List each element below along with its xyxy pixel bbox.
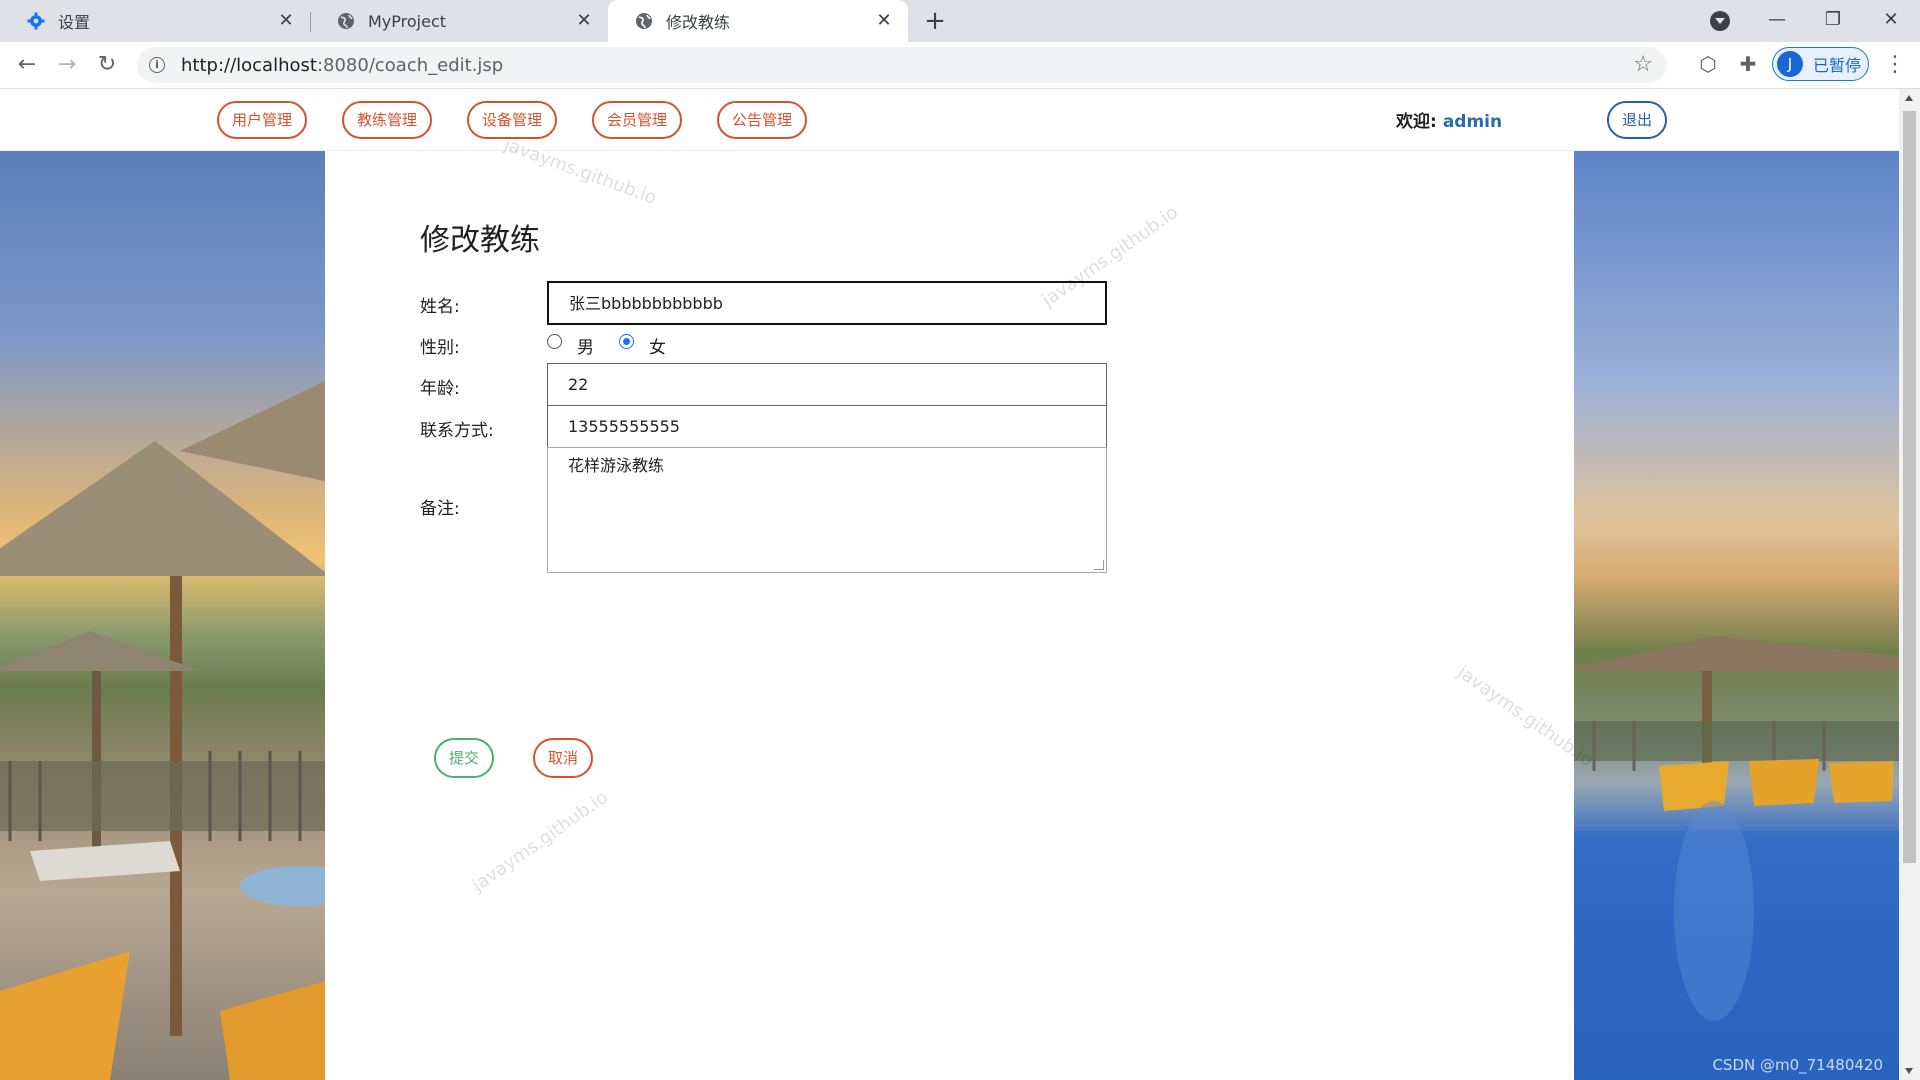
url-host: http://localhost [181,54,317,76]
main-content: 修改教练 姓名: 张三bbbbbbbbbbbb 性别: 男 女 年龄: 22 联… [325,134,1597,1080]
age-label: 年龄: [420,379,460,399]
page-viewport: 用户管理 教练管理 设备管理 会员管理 公告管理 欢迎: admin 退出 CS… [0,89,1899,1080]
username: admin [1442,112,1503,132]
more-menu-icon[interactable]: ⋮ [1880,50,1910,80]
gender-option-female: 女 [649,338,666,358]
resize-grip-icon[interactable] [1094,560,1104,570]
browser-toolbar: ← → ↻ i http://localhost:8080/coach_edit… [0,42,1920,89]
submit-button[interactable]: 提交 [434,738,494,778]
welcome-text: 欢迎: admin [1396,107,1502,132]
watermark: javayms.github.io [1038,201,1182,312]
background-photo-left [0,151,325,1080]
logout-button[interactable]: 退出 [1607,101,1667,139]
close-icon[interactable]: ✕ [874,11,894,31]
tab-title: 修改教练 [666,13,731,32]
puzzle-icon[interactable]: ✚ [1735,51,1761,77]
cancel-button[interactable]: 取消 [533,738,593,778]
contact-input[interactable]: 13555555555 [547,405,1107,449]
tab-settings[interactable]: 设置 ✕ [0,0,310,42]
profile-status: 已暂停 [1813,56,1862,75]
window-close-button[interactable]: ✕ [1866,0,1916,42]
globe-icon [336,11,356,31]
welcome-label: 欢迎: [1396,112,1437,132]
gear-icon [26,11,46,31]
nav-coach-management[interactable]: 教练管理 [342,101,432,139]
address-bar[interactable]: i http://localhost:8080/coach_edit.jsp ☆ [137,47,1667,83]
profile-button[interactable]: J 已暂停 [1772,47,1869,81]
name-label: 姓名: [420,297,460,317]
avatar: J [1777,51,1803,77]
remark-text: 花样游泳教练 [568,456,665,475]
top-nav: 用户管理 教练管理 设备管理 会员管理 公告管理 欢迎: admin 退出 [0,89,1899,151]
name-input[interactable]: 张三bbbbbbbbbbbb [547,281,1107,325]
nav-user-management[interactable]: 用户管理 [217,101,307,139]
minimize-button[interactable]: — [1752,0,1802,42]
restore-button[interactable]: ❐ [1808,0,1858,42]
background-photo-right: CSDN @m0_71480420 [1574,151,1899,1080]
tab-title: MyProject [368,11,447,31]
page-scrollbar[interactable] [1899,89,1920,1080]
tab-coach-edit[interactable]: 修改教练 ✕ [608,0,908,42]
globe-icon [634,11,654,31]
remark-textarea[interactable]: 花样游泳教练 [547,447,1107,573]
scrollbar-thumb[interactable] [1903,111,1916,863]
watermark: javayms.github.io [468,786,612,897]
close-icon[interactable]: ✕ [276,11,296,31]
csdn-watermark: CSDN @m0_71480420 [1712,1056,1883,1074]
contact-label: 联系方式: [420,421,494,441]
info-icon[interactable]: i [149,57,165,73]
gender-label: 性别: [420,338,460,358]
page-title: 修改教练 [420,223,540,258]
tab-myproject[interactable]: MyProject ✕ [310,0,608,42]
close-icon[interactable]: ✕ [574,11,594,31]
url-text[interactable]: http://localhost:8080/coach_edit.jsp [181,55,503,76]
tab-search-icon[interactable] [1710,11,1730,31]
nav-equipment-management[interactable]: 设备管理 [467,101,557,139]
age-input[interactable]: 22 [547,363,1107,407]
extension-icon[interactable]: ⬡ [1695,51,1721,77]
reload-icon[interactable]: ↻ [92,50,122,80]
back-arrow-icon[interactable]: ← [12,50,42,80]
bookmark-star-icon[interactable]: ☆ [1633,52,1653,77]
forward-arrow-icon[interactable]: → [52,50,82,80]
url-path: :8080/coach_edit.jsp [316,54,504,76]
new-tab-button[interactable]: + [920,6,950,36]
gender-option-male: 男 [577,338,594,358]
tab-title: 设置 [58,13,91,32]
gender-radio-female[interactable] [619,334,634,349]
remark-label: 备注: [420,499,460,519]
gender-radio-male[interactable] [547,334,562,349]
nav-notice-management[interactable]: 公告管理 [717,101,807,139]
tab-strip: 设置 ✕ MyProject ✕ 修改教练 ✕ + — ❐ ✕ [0,0,1920,42]
scroll-up-icon[interactable] [1905,95,1913,101]
nav-member-management[interactable]: 会员管理 [592,101,682,139]
scroll-down-icon[interactable] [1905,1068,1913,1074]
